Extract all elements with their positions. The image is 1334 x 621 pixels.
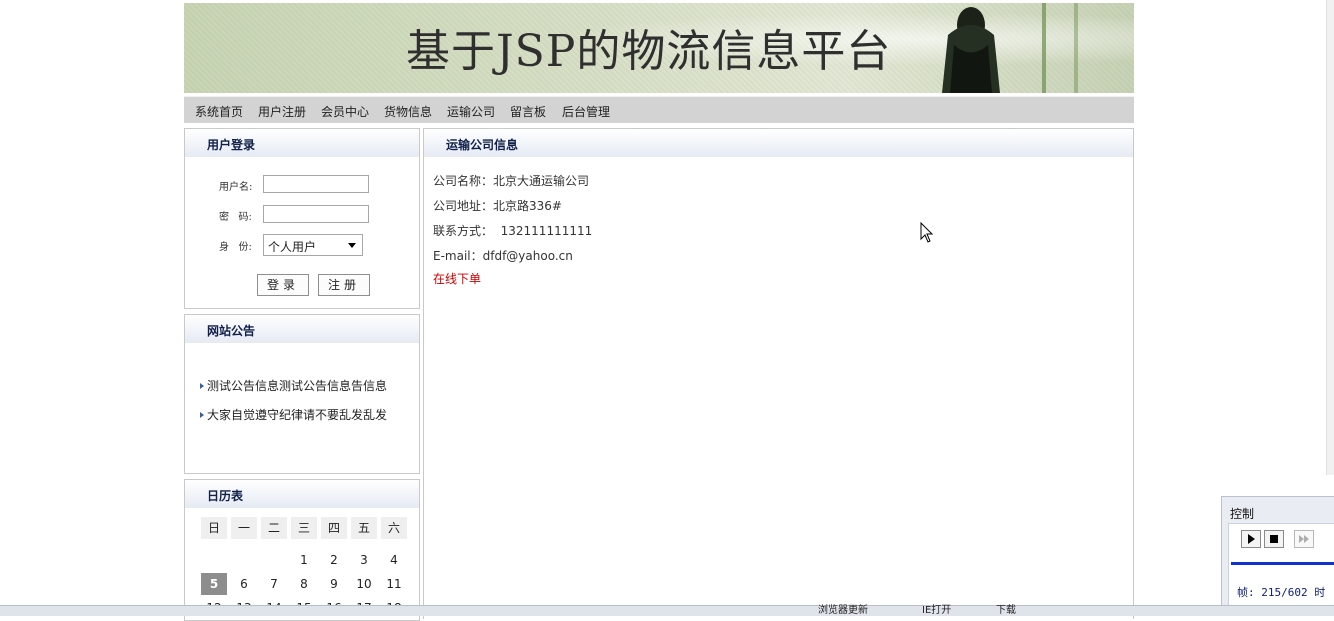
- notice-item-text: 大家自觉遵守纪律请不要乱发乱发: [207, 408, 388, 422]
- company-email-line: E-mail：dfdf@yahoo.cn: [433, 249, 573, 263]
- stop-icon: [1270, 535, 1278, 543]
- playback-progress-track[interactable]: [1231, 562, 1334, 565]
- calendar-day[interactable]: 3: [351, 549, 377, 571]
- company-panel-header: 运输公司信息: [424, 129, 1133, 157]
- calendar-day: [261, 549, 287, 571]
- nav-item-goods[interactable]: 货物信息: [384, 103, 432, 120]
- role-select-value: 个人用户: [268, 240, 317, 254]
- calendar-weekday: 三: [291, 517, 317, 539]
- company-address-line: 公司地址：北京路336#: [433, 199, 562, 213]
- login-panel-title: 用户登录: [207, 138, 256, 152]
- calendar-day[interactable]: 1: [291, 549, 317, 571]
- username-input[interactable]: [263, 175, 369, 193]
- taskbar: 浏览器更新 IE打开 下载: [0, 605, 1334, 616]
- company-contact-line: 联系方式： 132111111111: [433, 224, 593, 238]
- nav-item-home[interactable]: 系统首页: [195, 103, 243, 120]
- stop-button[interactable]: [1264, 530, 1284, 548]
- bullet-arrow-icon: [200, 412, 204, 418]
- nav-item-member[interactable]: 会员中心: [321, 103, 369, 120]
- calendar-weekday: 日: [201, 517, 227, 539]
- main-nav: 系统首页 用户注册 会员中心 货物信息 运输公司 留言板 后台管理: [184, 96, 1134, 123]
- calendar-weekday: 一: [231, 517, 257, 539]
- register-button[interactable]: 注册: [318, 274, 370, 296]
- calendar-panel-title: 日历表: [207, 489, 244, 503]
- nav-item-transport[interactable]: 运输公司: [447, 103, 495, 120]
- calendar-weekday: 二: [261, 517, 287, 539]
- control-panel: 控制 帧: 215/602 时: [1221, 496, 1334, 610]
- role-select[interactable]: 个人用户: [263, 234, 363, 256]
- calendar-day[interactable]: 4: [381, 549, 407, 571]
- play-button[interactable]: [1241, 530, 1261, 548]
- chevron-down-icon: [348, 243, 356, 248]
- login-button[interactable]: 登录: [257, 274, 309, 296]
- calendar-weekday: 四: [321, 517, 347, 539]
- control-title: 控制: [1230, 507, 1255, 521]
- calendar-day[interactable]: 7: [261, 573, 287, 595]
- company-name-line: 公司名称：北京大通运输公司: [433, 174, 590, 188]
- company-info-panel: 运输公司信息 公司名称：北京大通运输公司 公司地址：北京路336# 联系方式： …: [423, 128, 1134, 619]
- notice-panel-header: 网站公告: [185, 315, 419, 343]
- calendar-day[interactable]: 9: [321, 573, 347, 595]
- bamboo-decoration: [1074, 3, 1078, 93]
- order-online-link[interactable]: 在线下单: [433, 270, 481, 287]
- notice-item[interactable]: 大家自觉遵守纪律请不要乱发乱发: [200, 406, 387, 423]
- calendar-day: [201, 549, 227, 571]
- calendar-panel: 日历表 日一二三四五六123456789101112131415161718: [184, 479, 420, 621]
- calendar-day: [231, 549, 257, 571]
- notice-panel: 网站公告 测试公告信息测试公告信息告信息 大家自觉遵守纪律请不要乱发乱发: [184, 314, 420, 474]
- calendar-day[interactable]: 11: [381, 573, 407, 595]
- nav-item-admin[interactable]: 后台管理: [562, 103, 610, 120]
- calendar-panel-header: 日历表: [185, 480, 419, 508]
- fast-forward-icon: [1299, 535, 1309, 543]
- calendar-day[interactable]: 8: [291, 573, 317, 595]
- calendar-day[interactable]: 6: [231, 573, 257, 595]
- play-icon: [1248, 534, 1255, 544]
- header-banner: 基于JSP的物流信息平台: [184, 3, 1134, 93]
- mouse-cursor-icon: [920, 222, 934, 243]
- role-label: 身 份:: [219, 242, 252, 253]
- calendar-weekday: 六: [381, 517, 407, 539]
- page-scrollbar[interactable]: [1326, 0, 1334, 475]
- password-label: 密 码:: [219, 212, 252, 223]
- nav-item-messages[interactable]: 留言板: [510, 103, 546, 120]
- notice-item-text: 测试公告信息测试公告信息告信息: [207, 379, 388, 393]
- site-title: 基于JSP的物流信息平台: [406, 26, 892, 77]
- company-panel-title: 运输公司信息: [446, 138, 519, 152]
- step-forward-button[interactable]: [1294, 530, 1314, 548]
- notice-panel-title: 网站公告: [207, 324, 256, 338]
- login-panel-header: 用户登录: [185, 129, 419, 157]
- woman-figure-image: [942, 7, 1000, 93]
- bamboo-decoration: [1042, 3, 1046, 93]
- frame-counter: 帧: 215/602 时: [1237, 586, 1326, 599]
- login-panel: 用户登录 用户名: 密 码: 身 份: 个人用户 登录 注册: [184, 128, 420, 309]
- nav-item-register[interactable]: 用户注册: [258, 103, 306, 120]
- calendar-day[interactable]: 10: [351, 573, 377, 595]
- notice-item[interactable]: 测试公告信息测试公告信息告信息: [200, 377, 387, 394]
- calendar-day[interactable]: 2: [321, 549, 347, 571]
- control-body: 帧: 215/602 时: [1228, 523, 1334, 609]
- password-input[interactable]: [263, 205, 369, 223]
- calendar-weekday: 五: [351, 517, 377, 539]
- bullet-arrow-icon: [200, 383, 204, 389]
- username-label: 用户名:: [219, 182, 253, 193]
- calendar-today[interactable]: 5: [201, 573, 227, 595]
